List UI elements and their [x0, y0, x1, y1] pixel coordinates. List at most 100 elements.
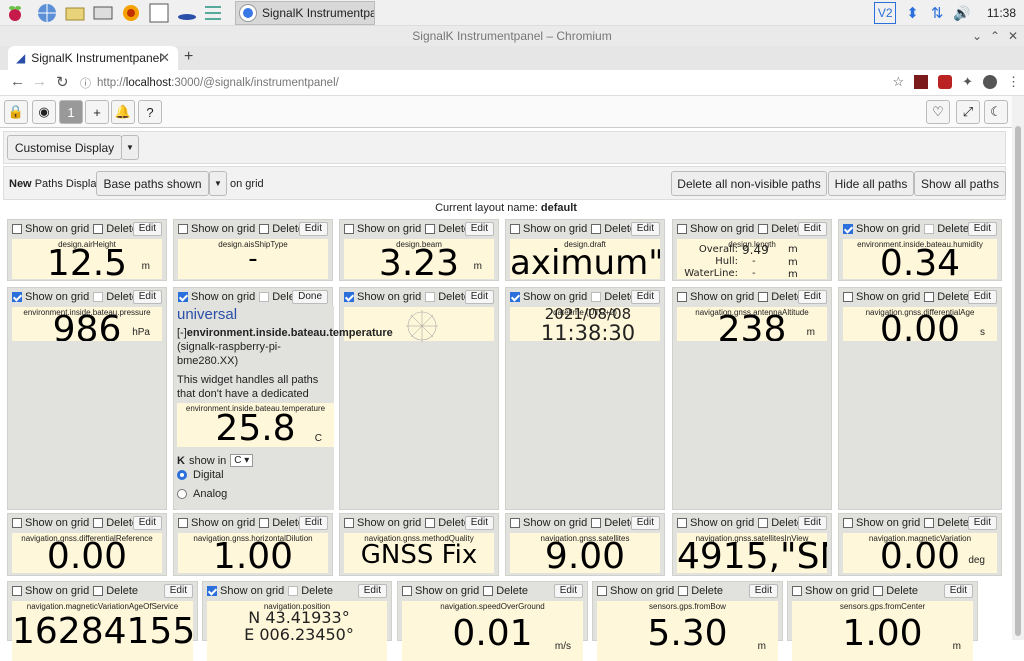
sun-app-icon[interactable]: [120, 2, 142, 24]
delete-checkbox[interactable]: [93, 586, 104, 596]
ublock-icon[interactable]: [938, 75, 953, 89]
done-button[interactable]: Done: [292, 290, 328, 304]
show-on-grid-checkbox[interactable]: [510, 518, 520, 528]
back-icon[interactable]: ←: [10, 73, 25, 90]
help-button[interactable]: ?: [138, 100, 162, 124]
show-on-grid-checkbox[interactable]: [12, 292, 22, 302]
delete-checkbox[interactable]: [591, 292, 602, 302]
delete-checkbox[interactable]: [259, 292, 270, 302]
fullscreen-button[interactable]: ⤢: [956, 100, 980, 124]
show-on-grid-checkbox[interactable]: [677, 518, 687, 528]
delete-checkbox[interactable]: [259, 518, 270, 528]
edit-button[interactable]: Edit: [967, 222, 997, 236]
profile-icon[interactable]: [983, 75, 997, 89]
navigation-app-icon[interactable]: [176, 2, 198, 24]
network-icon[interactable]: ⇅: [931, 4, 944, 22]
delete-checkbox[interactable]: [93, 292, 104, 302]
puzzle-icon[interactable]: ✦: [962, 74, 973, 90]
delete-nonvisible-button[interactable]: Delete all non-visible paths: [671, 171, 827, 196]
maximize-icon[interactable]: ⌃: [990, 26, 1000, 46]
customise-display-button[interactable]: Customise Display: [7, 135, 122, 160]
show-on-grid-checkbox[interactable]: [12, 586, 22, 596]
edit-button[interactable]: Edit: [630, 290, 660, 304]
edit-button[interactable]: Edit: [132, 290, 162, 304]
show-on-grid-checkbox[interactable]: [792, 586, 802, 596]
show-on-grid-checkbox[interactable]: [344, 224, 354, 234]
edit-button[interactable]: Edit: [132, 222, 162, 236]
show-on-grid-checkbox[interactable]: [843, 518, 853, 528]
edit-button[interactable]: Edit: [464, 290, 494, 304]
delete-checkbox[interactable]: [758, 292, 769, 302]
show-on-grid-checkbox[interactable]: [510, 292, 520, 302]
add-page-button[interactable]: +: [85, 100, 109, 124]
delete-checkbox[interactable]: [873, 586, 884, 596]
collapse-toggle[interactable]: [-]: [177, 327, 187, 339]
edit-button[interactable]: Edit: [553, 584, 583, 598]
delete-checkbox[interactable]: [758, 518, 769, 528]
minimize-icon[interactable]: ⌄: [972, 26, 982, 46]
show-on-grid-checkbox[interactable]: [843, 224, 853, 234]
raspberry-menu-icon[interactable]: [4, 2, 26, 24]
edit-button[interactable]: Edit: [132, 516, 162, 530]
show-on-grid-checkbox[interactable]: [344, 518, 354, 528]
show-on-grid-checkbox[interactable]: [843, 292, 853, 302]
edit-button[interactable]: Edit: [298, 222, 328, 236]
menu-kebab-icon[interactable]: ⋮: [1007, 74, 1020, 90]
show-on-grid-checkbox[interactable]: [510, 224, 520, 234]
favorite-button[interactable]: ♡: [926, 100, 950, 124]
browser-tab[interactable]: ◢ SignalK Instrumentpanel ✕: [8, 46, 178, 70]
unit-select[interactable]: C ▾: [230, 454, 254, 467]
delete-checkbox[interactable]: [678, 586, 689, 596]
close-tab-icon[interactable]: ✕: [159, 50, 170, 66]
edit-button[interactable]: Edit: [967, 516, 997, 530]
taskbar-chromium-window[interactable]: SignalK Instrumentpa...: [235, 1, 375, 25]
delete-checkbox[interactable]: [259, 224, 270, 234]
notification-button[interactable]: 🔔: [111, 100, 135, 124]
scrollbar-thumb[interactable]: [1015, 126, 1021, 636]
show-on-grid-checkbox[interactable]: [12, 518, 22, 528]
show-on-grid-checkbox[interactable]: [402, 586, 412, 596]
show-on-grid-checkbox[interactable]: [12, 224, 22, 234]
list-app-icon[interactable]: [202, 2, 224, 24]
address-bar[interactable]: ⓘ http://localhost:3000/@signalk/instrum…: [80, 73, 900, 93]
delete-checkbox[interactable]: [425, 224, 436, 234]
extension-icon[interactable]: [914, 75, 929, 89]
delete-checkbox[interactable]: [591, 518, 602, 528]
delete-checkbox[interactable]: [93, 224, 104, 234]
edit-button[interactable]: Edit: [797, 290, 827, 304]
delete-checkbox[interactable]: [924, 518, 935, 528]
delete-checkbox[interactable]: [924, 224, 935, 234]
delete-checkbox[interactable]: [425, 518, 436, 528]
delete-checkbox[interactable]: [924, 292, 935, 302]
volume-icon[interactable]: 🔊: [953, 5, 970, 22]
delete-checkbox[interactable]: [93, 518, 104, 528]
edit-button[interactable]: Edit: [630, 516, 660, 530]
show-on-grid-checkbox[interactable]: [344, 292, 354, 302]
show-all-button[interactable]: Show all paths: [914, 171, 1006, 196]
digital-radio[interactable]: Digital: [177, 469, 224, 481]
bookmark-star-icon[interactable]: ☆: [892, 74, 904, 90]
bluetooth-icon[interactable]: ⬍: [906, 4, 919, 22]
show-on-grid-checkbox[interactable]: [677, 292, 687, 302]
edit-button[interactable]: Edit: [464, 222, 494, 236]
edit-button[interactable]: Edit: [943, 584, 973, 598]
reload-icon[interactable]: ↻: [56, 73, 69, 91]
edit-button[interactable]: Edit: [163, 584, 193, 598]
delete-checkbox[interactable]: [483, 586, 494, 596]
delete-checkbox[interactable]: [288, 586, 299, 596]
edit-button[interactable]: Edit: [357, 584, 387, 598]
edit-button[interactable]: Edit: [630, 222, 660, 236]
paths-select[interactable]: Base paths shown: [96, 171, 209, 196]
hide-all-button[interactable]: Hide all paths: [828, 171, 914, 196]
show-on-grid-checkbox[interactable]: [207, 586, 217, 596]
page-scrollbar[interactable]: [1012, 96, 1024, 640]
show-on-grid-checkbox[interactable]: [597, 586, 607, 596]
delete-checkbox[interactable]: [425, 292, 436, 302]
edit-button[interactable]: Edit: [464, 516, 494, 530]
paths-select-toggle[interactable]: ▼: [209, 171, 227, 196]
web-browser-icon[interactable]: [36, 2, 58, 24]
edit-button[interactable]: Edit: [967, 290, 997, 304]
show-on-grid-checkbox[interactable]: [677, 224, 687, 234]
page-1-button[interactable]: 1: [59, 100, 83, 124]
new-tab-button[interactable]: +: [184, 48, 193, 66]
